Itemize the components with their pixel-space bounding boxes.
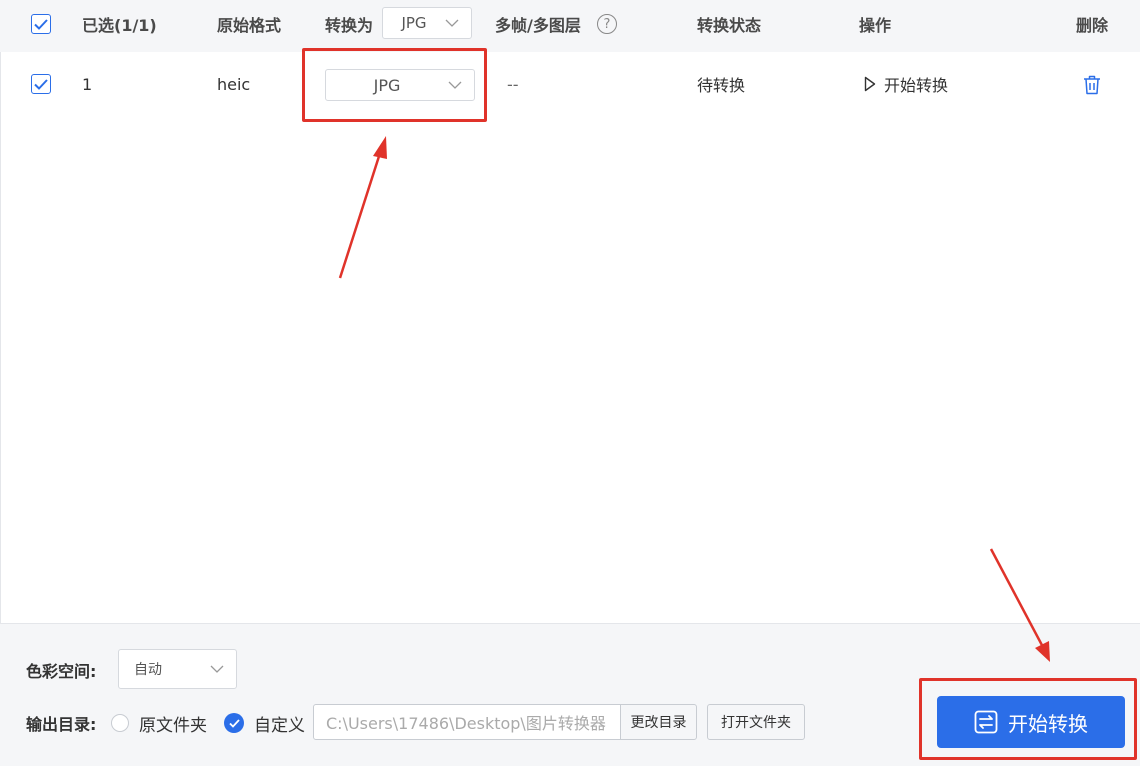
open-folder-button[interactable]: 打开文件夹 [707,704,805,740]
table-left-border [0,52,1,624]
row-checkbox[interactable] [31,74,51,94]
play-icon [864,76,876,92]
check-icon [34,78,48,90]
change-dir-button[interactable]: 更改目录 [620,704,697,740]
trash-icon[interactable] [1083,74,1103,96]
output-dir-label: 输出目录: [26,715,97,734]
row-status: 待转换 [697,76,746,95]
annotation-box-format [302,48,487,122]
color-space-value: 自动 [134,662,162,678]
row-multiframe: -- [507,74,519,94]
help-icon[interactable]: ? [597,14,617,34]
chevron-down-icon [445,19,459,27]
global-format-value: JPG [401,14,427,32]
status-header: 转换状态 [697,16,762,35]
check-icon [228,718,240,728]
convert-to-header: 转换为 [325,16,374,35]
output-path-input[interactable]: C:\Users\17486\Desktop\图片转换器 [313,704,621,740]
action-header: 操作 [859,16,892,35]
row-start-convert-link[interactable]: 开始转换 [864,72,948,96]
chevron-down-icon [210,665,224,673]
color-space-label: 色彩空间: [26,662,97,681]
selected-count-header: 已选(1/1) [82,16,157,35]
check-icon [34,18,48,30]
table-row [0,52,1140,114]
global-format-select[interactable]: JPG [382,7,472,39]
row-index: 1 [82,74,93,94]
original-folder-label[interactable]: 原文件夹 [139,711,207,736]
original-folder-radio[interactable] [111,714,129,732]
original-format-header: 原始格式 [217,16,282,35]
row-start-convert-label: 开始转换 [884,76,949,95]
custom-folder-radio[interactable] [224,713,244,733]
arrow-to-format-select [338,136,387,279]
custom-folder-label[interactable]: 自定义 [254,711,305,736]
select-all-checkbox[interactable] [31,14,51,34]
multiframe-header: 多帧/多图层 [495,16,581,35]
row-original-format: heic [217,74,251,94]
color-space-select[interactable]: 自动 [118,649,237,689]
delete-header: 删除 [1076,16,1109,35]
annotation-box-start [919,678,1137,760]
